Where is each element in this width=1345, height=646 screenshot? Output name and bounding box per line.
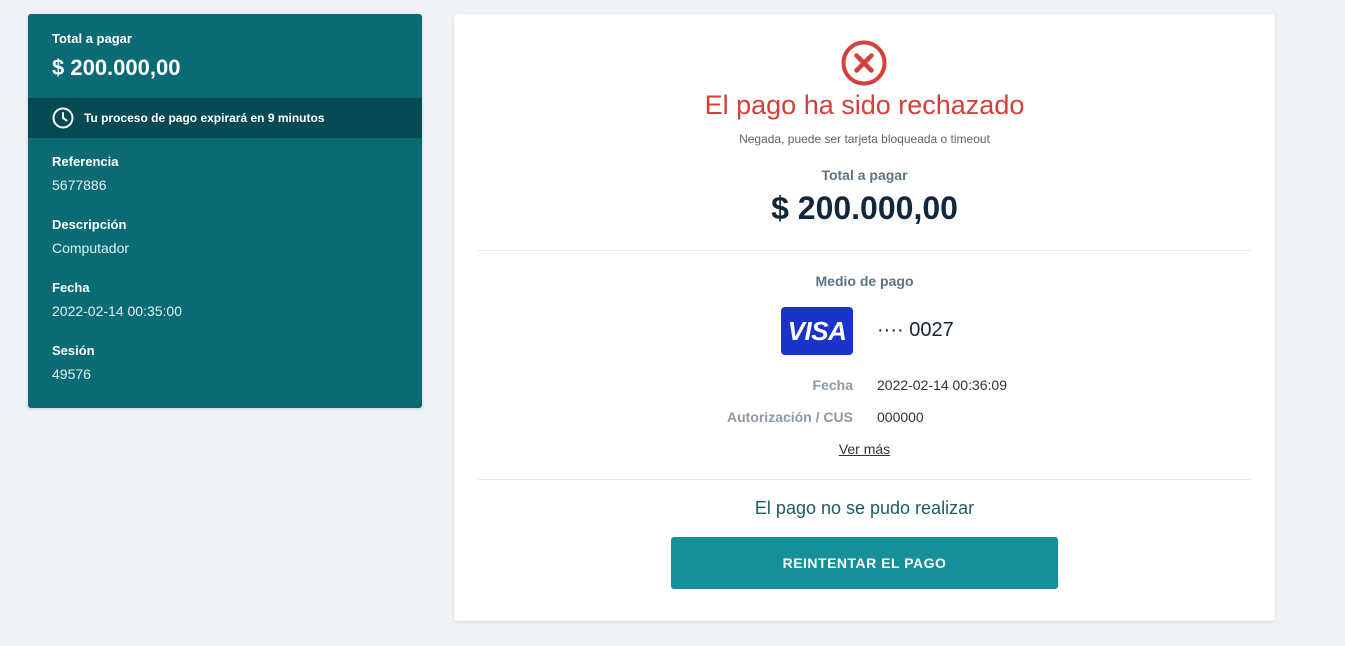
visa-card-logo: VISA	[781, 307, 853, 355]
ver-mas-container: Ver más	[454, 441, 1275, 457]
divider	[478, 479, 1251, 480]
masked-card-number: ···· 0027	[877, 319, 954, 341]
summary-field-date: Fecha 2022-02-14 00:35:00	[52, 280, 398, 320]
payment-result-card: El pago ha sido rechazado Negada, puede …	[454, 14, 1275, 621]
payment-status-subtitle: Negada, puede ser tarjeta bloqueada o ti…	[739, 132, 990, 146]
summary-field-label: Descripción	[52, 217, 127, 232]
summary-field-value: 5677886	[52, 177, 107, 193]
summary-info: Referencia 5677886 Descripción Computado…	[28, 138, 422, 383]
x-circle-icon	[841, 40, 887, 86]
failure-message: El pago no se pudo realizar	[754, 498, 975, 518]
amount-value: $ 200.000,00	[771, 190, 958, 226]
summary-field-session: Sesión 49576	[52, 343, 398, 383]
summary-field-value: 49576	[52, 366, 91, 382]
summary-field-value: Computador	[52, 240, 130, 256]
detail-date-label: Fecha	[812, 377, 853, 393]
summary-total-block: Total a pagar $ 200.000,00	[28, 14, 422, 98]
amount-label: Total a pagar	[821, 167, 908, 183]
summary-field-value: 2022-02-14 00:35:00	[52, 303, 182, 319]
summary-total-label: Total a pagar	[52, 31, 132, 46]
detail-authorization-value: 000000	[877, 409, 924, 425]
detail-date-value: 2022-02-14 00:36:09	[877, 377, 1007, 393]
summary-field-label: Referencia	[52, 154, 119, 169]
detail-authorization-label: Autorización / CUS	[726, 409, 853, 425]
retry-payment-button[interactable]: REINTENTAR EL PAGO	[671, 537, 1058, 589]
clock-icon	[52, 107, 74, 129]
summary-field-label: Sesión	[52, 343, 95, 358]
expiration-timer-text: Tu proceso de pago expirará en 9 minutos	[84, 111, 325, 125]
summary-field-label: Fecha	[52, 280, 90, 295]
payment-summary-panel: Total a pagar $ 200.000,00 Tu proceso de…	[28, 14, 422, 408]
summary-field-reference: Referencia 5677886	[52, 154, 398, 194]
summary-total-amount: $ 200.000,00	[52, 55, 181, 80]
payment-status-title: El pago ha sido rechazado	[704, 90, 1025, 120]
divider	[478, 250, 1251, 251]
expiration-timer-bar: Tu proceso de pago expirará en 9 minutos	[28, 98, 422, 138]
payment-method-label: Medio de pago	[815, 273, 914, 289]
summary-field-description: Descripción Computador	[52, 217, 398, 257]
ver-mas-link[interactable]: Ver más	[839, 441, 890, 457]
